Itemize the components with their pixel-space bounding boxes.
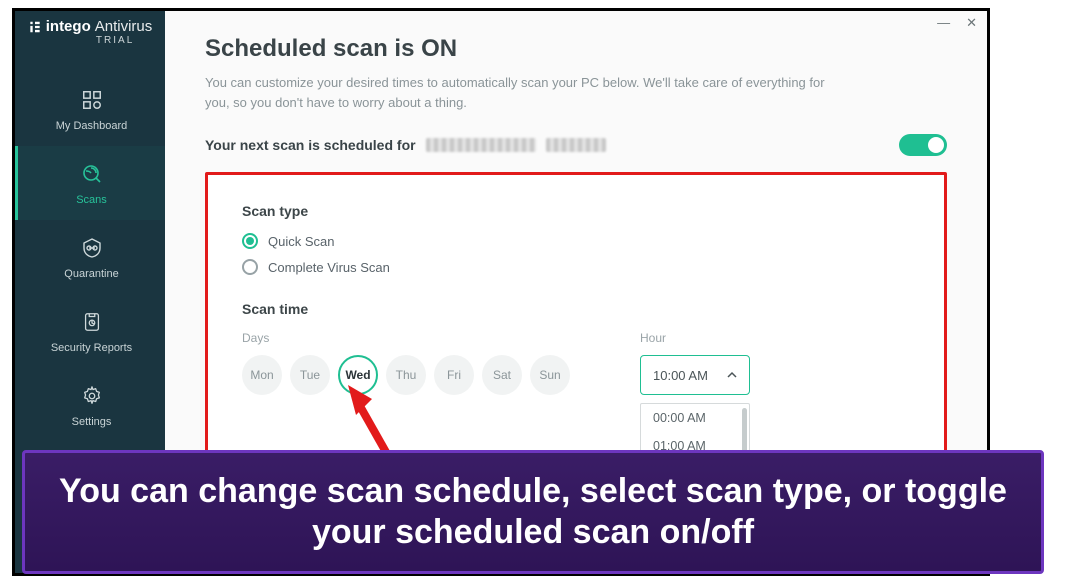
sidebar-item-label: Scans xyxy=(76,194,107,206)
scheduled-scan-toggle[interactable] xyxy=(899,134,947,156)
sidebar-item-label: Security Reports xyxy=(51,342,132,354)
chevron-up-icon xyxy=(727,370,737,380)
scan-time-heading: Scan time xyxy=(242,301,910,317)
window-minimize-button[interactable]: — xyxy=(937,15,950,31)
brand-logo-icon xyxy=(28,20,42,34)
sidebar-item-scans[interactable]: Scans xyxy=(15,146,165,220)
brand-name-light: Antivirus xyxy=(95,19,153,34)
next-scan-date-redacted xyxy=(426,138,536,152)
hour-select[interactable]: 10:00 AM xyxy=(640,355,750,395)
hour-option[interactable]: 00:00 AM xyxy=(641,404,749,432)
radio-icon xyxy=(242,233,258,249)
radio-complete-scan[interactable]: Complete Virus Scan xyxy=(242,259,910,275)
sidebar-item-label: Quarantine xyxy=(64,268,118,280)
day-tue[interactable]: Tue xyxy=(290,355,330,395)
dashboard-icon xyxy=(78,86,106,114)
day-sun[interactable]: Sun xyxy=(530,355,570,395)
sidebar-item-dashboard[interactable]: My Dashboard xyxy=(15,72,165,146)
hour-label: Hour xyxy=(640,331,750,345)
scan-icon xyxy=(78,160,106,188)
radio-quick-scan[interactable]: Quick Scan xyxy=(242,233,910,249)
sidebar-item-label: Settings xyxy=(72,416,112,428)
scan-type-heading: Scan type xyxy=(242,203,910,219)
page-subtitle: You can customize your desired times to … xyxy=(205,73,845,112)
radio-label: Complete Virus Scan xyxy=(268,260,390,275)
next-scan-row: Your next scan is scheduled for xyxy=(205,134,947,156)
window-close-button[interactable]: ✕ xyxy=(966,15,977,31)
day-fri[interactable]: Fri xyxy=(434,355,474,395)
radio-icon xyxy=(242,259,258,275)
quarantine-icon xyxy=(78,234,106,262)
scan-type-group: Quick Scan Complete Virus Scan xyxy=(242,233,910,275)
day-thu[interactable]: Thu xyxy=(386,355,426,395)
hour-selected-value: 10:00 AM xyxy=(653,368,708,383)
sidebar-item-label: My Dashboard xyxy=(56,120,128,132)
sidebar-item-quarantine[interactable]: Quarantine xyxy=(15,220,165,294)
sidebar-item-settings[interactable]: Settings xyxy=(15,368,165,442)
annotation-caption: You can change scan schedule, select sca… xyxy=(22,450,1044,574)
days-label: Days xyxy=(242,331,570,345)
sidebar-nav: My Dashboard Scans Quarantine Security R… xyxy=(15,72,165,442)
day-sat[interactable]: Sat xyxy=(482,355,522,395)
sidebar-item-reports[interactable]: Security Reports xyxy=(15,294,165,368)
radio-label: Quick Scan xyxy=(268,234,334,249)
gear-icon xyxy=(78,382,106,410)
window-controls: — ✕ xyxy=(937,15,977,31)
brand-name-strong: intego xyxy=(46,19,91,34)
days-picker: Mon Tue Wed Thu Fri Sat Sun xyxy=(242,355,570,395)
days-column: Days Mon Tue Wed Thu Fri Sat Sun xyxy=(242,331,570,395)
day-mon[interactable]: Mon xyxy=(242,355,282,395)
next-scan-prefix: Your next scan is scheduled for xyxy=(205,137,416,153)
reports-icon xyxy=(78,308,106,336)
next-scan-time-redacted xyxy=(546,138,606,152)
day-wed[interactable]: Wed xyxy=(338,355,378,395)
page-title: Scheduled scan is ON xyxy=(205,35,947,63)
brand-block: intego Antivirus TRIAL xyxy=(28,11,153,48)
brand-tier: TRIAL xyxy=(28,36,153,46)
